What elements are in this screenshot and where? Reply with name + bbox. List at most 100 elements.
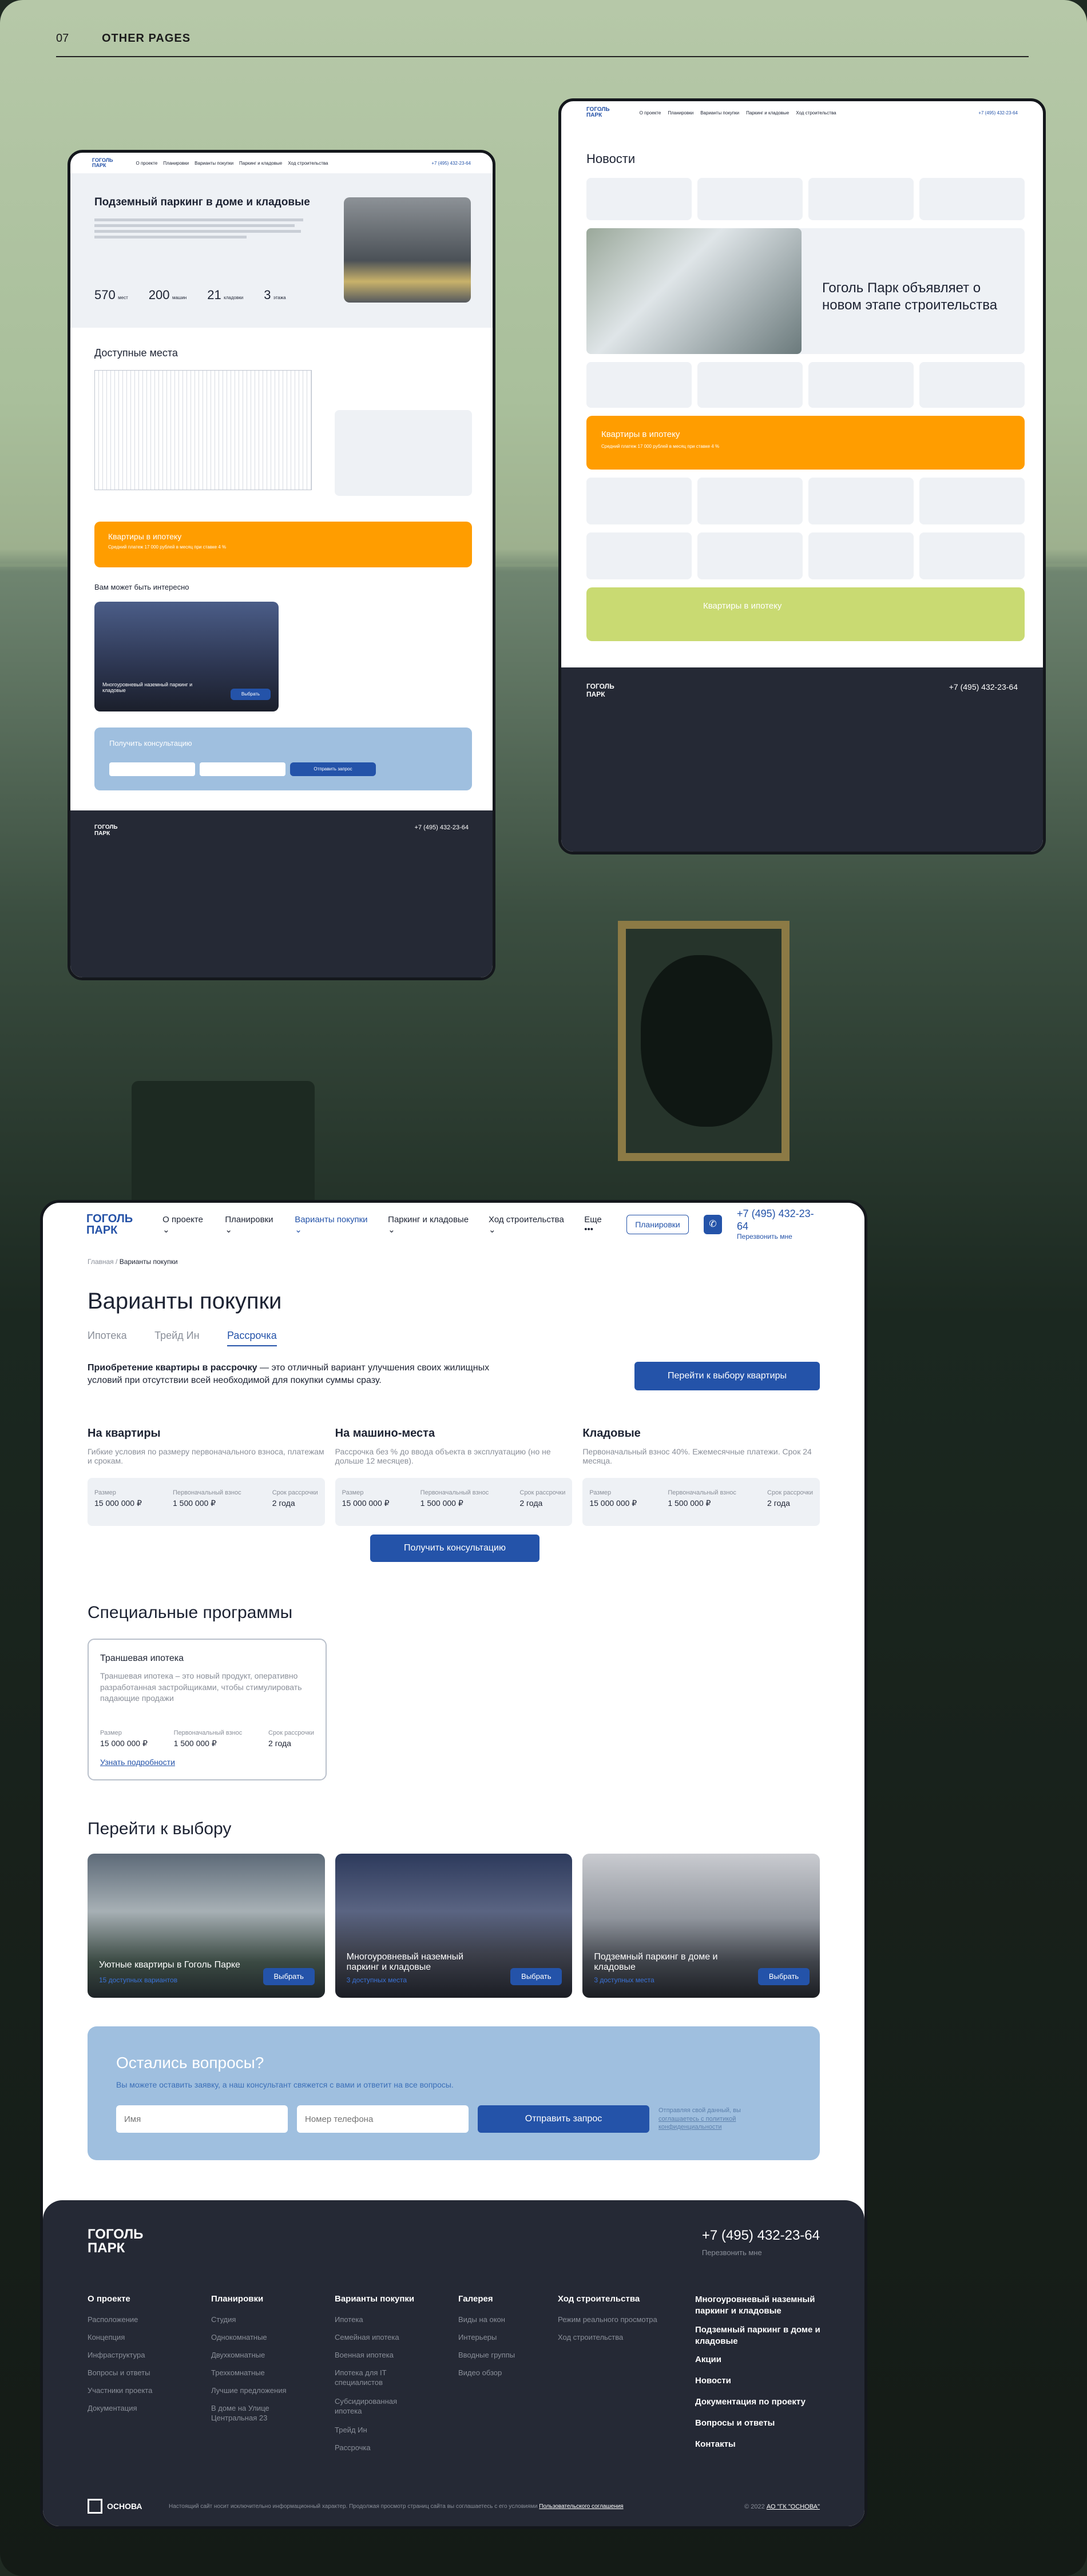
d1-phone[interactable]: +7 (495) 432-23-64 bbox=[431, 161, 471, 166]
footer-link[interactable]: Субсидированная ипотека bbox=[335, 2397, 409, 2416]
d1-card-button[interactable]: Выбрать bbox=[231, 689, 271, 700]
d2-feature-news[interactable]: Гоголь Парк объявляет о новом этапе стро… bbox=[586, 228, 1025, 354]
special-details-link[interactable]: Узнать подробности bbox=[100, 1758, 314, 1767]
footer-link[interactable]: Интерьеры bbox=[458, 2333, 558, 2342]
d2-nav-buy[interactable]: Варианты покупки bbox=[700, 110, 739, 116]
d1-name-input[interactable] bbox=[109, 762, 195, 776]
news-card[interactable] bbox=[919, 178, 1025, 220]
osnova-logo[interactable]: ОСНОВА bbox=[88, 2499, 142, 2514]
news-card[interactable] bbox=[586, 362, 692, 408]
news-card[interactable] bbox=[808, 362, 914, 408]
d1-send-button[interactable]: Отправить запрос bbox=[290, 762, 376, 776]
nav-construction[interactable]: Ход строительства ⌄ bbox=[489, 1215, 569, 1235]
footer-callback[interactable]: Перезвонить мне bbox=[702, 2248, 820, 2257]
d2-logo[interactable]: ГОГОЛЬ ПАРК bbox=[586, 107, 610, 118]
d1-floor-plan[interactable] bbox=[94, 370, 312, 490]
d1-nav-construction[interactable]: Ход строительства bbox=[288, 161, 328, 166]
phone-number[interactable]: +7 (495) 432-23-64 bbox=[737, 1208, 821, 1233]
d1-nav-buy[interactable]: Варианты покупки bbox=[195, 161, 233, 166]
d1-nav-parking[interactable]: Паркинг и кладовые bbox=[239, 161, 282, 166]
phone-block[interactable]: +7 (495) 432-23-64 Перезвонить мне bbox=[737, 1208, 821, 1241]
footer-link[interactable]: Трехкомнатные bbox=[211, 2368, 335, 2377]
footer-phone[interactable]: +7 (495) 432-23-64 bbox=[702, 2228, 820, 2244]
choose-apartments-button[interactable]: Выбрать bbox=[263, 1968, 315, 1985]
breadcrumb-home[interactable]: Главная bbox=[88, 1258, 114, 1266]
news-card[interactable] bbox=[586, 532, 692, 579]
footer-link[interactable]: Видео обзор bbox=[458, 2368, 558, 2377]
news-card[interactable] bbox=[808, 478, 914, 524]
footer-link[interactable]: Документация по проекту bbox=[695, 2397, 821, 2407]
news-card[interactable] bbox=[808, 178, 914, 220]
choose-apartment-button[interactable]: Перейти к выбору квартиры bbox=[634, 1362, 820, 1390]
news-card[interactable] bbox=[919, 532, 1025, 579]
d1-nav-about[interactable]: О проекте bbox=[136, 161, 158, 166]
footer-link[interactable]: Новости bbox=[695, 2376, 821, 2386]
footer-link[interactable]: Ипотека bbox=[335, 2315, 458, 2324]
d2-mortgage-banner[interactable]: Квартиры в ипотеку Средний платеж 17 000… bbox=[586, 416, 1025, 470]
footer-link[interactable]: Ипотека для IT специалистов bbox=[335, 2368, 409, 2388]
name-input[interactable] bbox=[116, 2105, 288, 2133]
tab-mortgage[interactable]: Ипотека bbox=[88, 1330, 127, 1342]
news-card[interactable] bbox=[697, 178, 803, 220]
d1-nav-plans[interactable]: Планировки bbox=[163, 161, 189, 166]
footer-link[interactable]: Акции bbox=[695, 2355, 821, 2364]
copyright-link[interactable]: АО "ГК "ОСНОВА" bbox=[767, 2503, 820, 2510]
phone-icon[interactable]: ✆ bbox=[703, 1215, 723, 1234]
footer-link[interactable]: Семейная ипотека bbox=[335, 2333, 458, 2342]
d1-card[interactable]: Многоуровневый наземный паркинг и кладов… bbox=[94, 602, 279, 711]
nav-parking[interactable]: Паркинг и кладовые ⌄ bbox=[388, 1215, 474, 1235]
user-agreement-link[interactable]: Пользовательского соглашения bbox=[539, 2503, 623, 2510]
nav-buy[interactable]: Варианты покупки ⌄ bbox=[295, 1215, 373, 1235]
choose-ground-parking-button[interactable]: Выбрать bbox=[510, 1968, 562, 1985]
footer-link[interactable]: Вопросы и ответы bbox=[88, 2368, 211, 2377]
main-logo[interactable]: ГОГОЛЬ ПАРК bbox=[86, 1213, 133, 1236]
footer-link[interactable]: В доме на Улице Центральная 23 bbox=[211, 2404, 297, 2423]
choose-card-ground-parking[interactable]: Многоуровневый наземный паркинг и кладов… bbox=[335, 1854, 573, 1998]
nav-plans[interactable]: Планировки ⌄ bbox=[225, 1215, 280, 1235]
footer-link[interactable]: Вводные группы bbox=[458, 2351, 558, 2359]
footer-link[interactable]: Лучшие предложения bbox=[211, 2386, 335, 2395]
privacy-link[interactable]: соглашаетесь с политикой конфиденциально… bbox=[658, 2116, 736, 2131]
footer-link[interactable]: Виды на окон bbox=[458, 2315, 558, 2324]
d2-nav-construction[interactable]: Ход строительства bbox=[796, 110, 836, 116]
choose-card-apartments[interactable]: Уютные квартиры в Гоголь Парке 15 доступ… bbox=[88, 1854, 325, 1998]
footer-link[interactable]: Вопросы и ответы bbox=[695, 2418, 821, 2428]
footer-link[interactable]: Документация bbox=[88, 2404, 211, 2412]
footer-link[interactable]: Участники проекта bbox=[88, 2386, 211, 2395]
footer-link[interactable]: Военная ипотека bbox=[335, 2351, 458, 2359]
consult-button[interactable]: Получить консультацию bbox=[370, 1535, 539, 1562]
news-card[interactable] bbox=[697, 532, 803, 579]
footer-link[interactable]: Трейд Ин bbox=[335, 2426, 458, 2434]
plans-button[interactable]: Планировки bbox=[626, 1215, 689, 1234]
d1-mortgage-banner[interactable]: Квартиры в ипотеку Средний платеж 17 000… bbox=[94, 522, 472, 567]
d2-nav-plans[interactable]: Планировки bbox=[668, 110, 693, 116]
footer-link[interactable]: Многоуровневый наземный паркинг и кладов… bbox=[695, 2294, 821, 2316]
choose-card-underground-parking[interactable]: Подземный паркинг в доме и кладовые 3 до… bbox=[582, 1854, 820, 1998]
news-card[interactable] bbox=[697, 478, 803, 524]
d1-places-table[interactable] bbox=[335, 410, 472, 496]
footer-link[interactable]: Двухкомнатные bbox=[211, 2351, 335, 2359]
nav-about[interactable]: О проекте ⌄ bbox=[162, 1215, 210, 1235]
d2-mortgage-banner-green[interactable]: Квартиры в ипотеку bbox=[586, 587, 1025, 641]
callback-link[interactable]: Перезвонить мне bbox=[737, 1233, 821, 1241]
tab-installment[interactable]: Рассрочка bbox=[227, 1330, 277, 1346]
news-card[interactable] bbox=[697, 362, 803, 408]
news-card[interactable] bbox=[919, 478, 1025, 524]
footer-link[interactable]: Ход строительства bbox=[558, 2333, 695, 2342]
d2-nav-parking[interactable]: Паркинг и кладовые bbox=[746, 110, 789, 116]
footer-link[interactable]: Инфраструктура bbox=[88, 2351, 211, 2359]
nav-more[interactable]: Еще ••• bbox=[584, 1215, 612, 1234]
news-card[interactable] bbox=[586, 178, 692, 220]
footer-link[interactable]: Расположение bbox=[88, 2315, 211, 2324]
d1-logo[interactable]: ГОГОЛЬ ПАРК bbox=[92, 158, 113, 168]
footer-link[interactable]: Студия bbox=[211, 2315, 335, 2324]
footer-link[interactable]: Концепция bbox=[88, 2333, 211, 2342]
footer-link[interactable]: Режим реального просмотра bbox=[558, 2315, 695, 2324]
tab-trade-in[interactable]: Трейд Ин bbox=[154, 1330, 199, 1342]
footer-phone-block[interactable]: +7 (495) 432-23-64 Перезвонить мне bbox=[702, 2228, 820, 2257]
news-card[interactable] bbox=[586, 478, 692, 524]
footer-link[interactable]: Однокомнатные bbox=[211, 2333, 335, 2342]
d2-phone[interactable]: +7 (495) 432-23-64 bbox=[978, 110, 1018, 116]
footer-link[interactable]: Контакты bbox=[695, 2439, 821, 2449]
phone-input[interactable] bbox=[297, 2105, 469, 2133]
